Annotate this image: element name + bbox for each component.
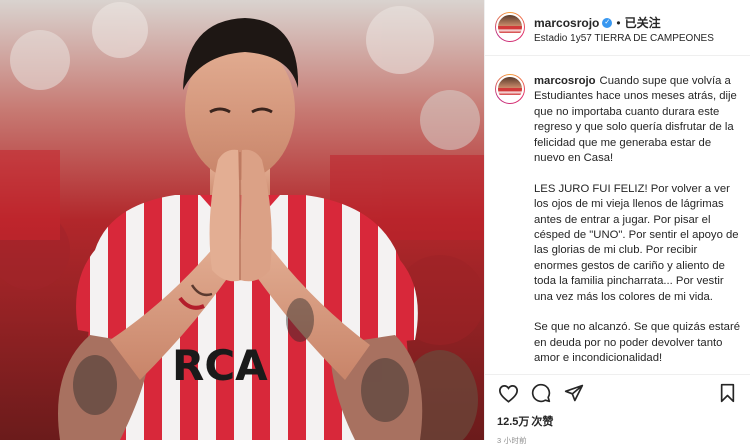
caption-paragraph-2: LES JURO FUI FELIZ! Por volver a ver los…	[534, 182, 739, 303]
caption-paragraph-1: Cuando supe que volvía a Estudiantes hac…	[534, 75, 737, 165]
post-timestamp[interactable]: 3 小时前	[497, 435, 738, 446]
header-user-line: marcosrojo ✓ • 已关注	[534, 14, 714, 31]
follow-status-button[interactable]: 已关注	[625, 14, 661, 31]
caption-avatar-image	[496, 75, 524, 103]
caption-paragraph-3: Se que no alcanzó. Se que quizás estaré …	[534, 321, 740, 365]
comment-icon[interactable]	[530, 382, 552, 404]
caption-author-avatar[interactable]	[495, 74, 525, 104]
author-avatar[interactable]	[495, 12, 525, 42]
bookmark-icon[interactable]	[716, 382, 738, 404]
heart-icon[interactable]	[497, 382, 519, 404]
caption-area: marcosrojo Cuando supe que volvía a Estud…	[485, 56, 750, 374]
svg-text:RCA: RCA	[172, 341, 268, 390]
header-username[interactable]: marcosrojo	[534, 16, 599, 30]
header-text: marcosrojo ✓ • 已关注 Estadio 1y57 TIERRA D…	[534, 14, 714, 45]
location-link[interactable]: Estadio 1y57 TIERRA DE CAMPEONES	[534, 33, 714, 44]
caption-text: marcosrojo Cuando supe que volvía a Estud…	[534, 74, 740, 374]
likes-number: 12.5万	[497, 416, 530, 428]
post-sidebar: marcosrojo ✓ • 已关注 Estadio 1y57 TIERRA D…	[484, 0, 750, 445]
caption-username[interactable]: marcosrojo	[534, 75, 596, 87]
post-header: marcosrojo ✓ • 已关注 Estadio 1y57 TIERRA D…	[485, 0, 750, 56]
post-photo: RCA	[0, 0, 484, 440]
likes-label: 次赞	[531, 416, 554, 428]
instagram-post: RCA marcosrojo ✓ • 已关注 Estadio 1y57 TIER…	[0, 0, 750, 445]
share-icon[interactable]	[563, 382, 585, 404]
likes-count[interactable]: 12.5万 次赞	[497, 413, 738, 429]
avatar-image	[496, 13, 524, 41]
action-icon-row	[497, 381, 738, 405]
verified-badge-icon: ✓	[602, 17, 613, 28]
post-actions: 12.5万 次赞 3 小时前	[485, 374, 750, 445]
header-separator: •	[616, 15, 621, 30]
post-media[interactable]: RCA	[0, 0, 484, 440]
